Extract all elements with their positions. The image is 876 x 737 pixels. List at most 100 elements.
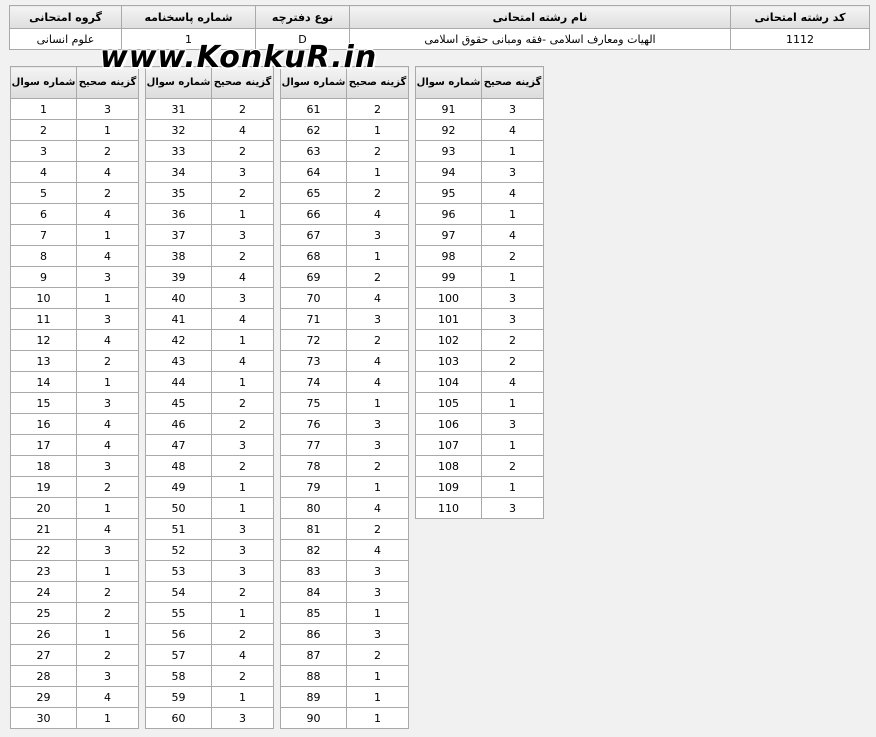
answer-row: 91 3 — [415, 98, 544, 120]
answer-row: 26 1 — [10, 623, 139, 645]
question-number: 25 — [10, 602, 77, 624]
answer-row: 34 3 — [145, 161, 274, 183]
question-number: 107 — [415, 434, 482, 456]
correct-option-header: گزینه صحیح — [481, 66, 544, 99]
answer-row: 93 1 — [415, 140, 544, 162]
answer-row: 109 1 — [415, 476, 544, 498]
answer-row: 40 3 — [145, 287, 274, 309]
question-number: 79 — [280, 476, 347, 498]
answer-row: 36 1 — [145, 203, 274, 225]
answer-row: 44 1 — [145, 371, 274, 393]
answer-row: 53 3 — [145, 560, 274, 582]
answer-row: 66 4 — [280, 203, 409, 225]
answer-row: 75 1 — [280, 392, 409, 414]
correct-option: 3 — [346, 560, 409, 582]
question-number: 100 — [415, 287, 482, 309]
question-number: 90 — [280, 707, 347, 729]
correct-option: 4 — [346, 371, 409, 393]
answer-row: 30 1 — [10, 707, 139, 729]
question-number: 15 — [10, 392, 77, 414]
correct-option: 3 — [481, 413, 544, 435]
answer-row: 92 4 — [415, 119, 544, 141]
major-code-header: کد رشته امتحانی — [730, 5, 870, 29]
answer-row: 49 1 — [145, 476, 274, 498]
correct-option: 4 — [76, 203, 139, 225]
answer-row: 87 2 — [280, 644, 409, 666]
answer-row: 96 1 — [415, 203, 544, 225]
correct-option: 4 — [346, 287, 409, 309]
question-number: 77 — [280, 434, 347, 456]
major-code-value: 1112 — [730, 28, 870, 50]
correct-option: 3 — [346, 623, 409, 645]
answer-row: 70 4 — [280, 287, 409, 309]
answer-row: 82 4 — [280, 539, 409, 561]
correct-option: 3 — [211, 518, 274, 540]
correct-option: 2 — [76, 182, 139, 204]
answer-row: 60 3 — [145, 707, 274, 729]
correct-option: 4 — [211, 266, 274, 288]
correct-option: 1 — [211, 371, 274, 393]
answer-row: 28 3 — [10, 665, 139, 687]
question-number: 89 — [280, 686, 347, 708]
question-number: 71 — [280, 308, 347, 330]
question-number: 97 — [415, 224, 482, 246]
question-number: 19 — [10, 476, 77, 498]
question-number: 42 — [145, 329, 212, 351]
correct-option: 4 — [346, 497, 409, 519]
correct-option: 1 — [211, 686, 274, 708]
answer-row: 94 3 — [415, 161, 544, 183]
answer-row: 84 — [10, 245, 139, 267]
correct-option: 3 — [76, 455, 139, 477]
answer-row: 102 2 — [415, 329, 544, 351]
question-number: 54 — [145, 581, 212, 603]
question-number: 49 — [145, 476, 212, 498]
question-number: 44 — [145, 371, 212, 393]
answer-row: 33 2 — [145, 140, 274, 162]
question-number: 12 — [10, 329, 77, 351]
answer-row: 110 3 — [415, 497, 544, 519]
major-name-value: الهیات ومعارف اسلامی -فقه ومبانی حقوق اس… — [349, 28, 731, 50]
correct-option: 2 — [76, 476, 139, 498]
correct-option: 2 — [211, 581, 274, 603]
question-number: 61 — [280, 98, 347, 120]
answer-row: 90 1 — [280, 707, 409, 729]
correct-option: 1 — [481, 392, 544, 414]
correct-option: 1 — [481, 203, 544, 225]
correct-option: 4 — [76, 518, 139, 540]
answer-key-table-1: شماره سوال گزینه صحیح 1 3 2 1 3 2 4 4 5 2 6 4 7 1 8 4 9 3 10… — [10, 66, 139, 729]
answer-row: 56 2 — [145, 623, 274, 645]
question-number: 82 — [280, 539, 347, 561]
correct-option: 3 — [346, 224, 409, 246]
correct-option: 4 — [76, 686, 139, 708]
answer-row: 103 2 — [415, 350, 544, 372]
correct-option: 4 — [346, 539, 409, 561]
question-number: 110 — [415, 497, 482, 519]
correct-option: 1 — [211, 203, 274, 225]
correct-option: 1 — [76, 119, 139, 141]
question-number: 6 — [10, 203, 77, 225]
correct-option: 1 — [346, 119, 409, 141]
question-number: 21 — [10, 518, 77, 540]
question-number: 101 — [415, 308, 482, 330]
correct-option: 4 — [211, 119, 274, 141]
answer-row: 101 3 — [415, 308, 544, 330]
correct-option: 1 — [76, 371, 139, 393]
question-number: 99 — [415, 266, 482, 288]
correct-option: 4 — [346, 203, 409, 225]
answer-row: 29 4 — [10, 686, 139, 708]
correct-option: 4 — [76, 434, 139, 456]
question-number: 106 — [415, 413, 482, 435]
question-number: 51 — [145, 518, 212, 540]
question-number: 31 — [145, 98, 212, 120]
question-number: 7 — [10, 224, 77, 246]
answer-row: 72 2 — [280, 329, 409, 351]
answer-row: 57 4 — [145, 644, 274, 666]
answer-row: 39 4 — [145, 266, 274, 288]
answer-row: 85 1 — [280, 602, 409, 624]
correct-option: 3 — [481, 98, 544, 120]
answer-row: 64 1 — [280, 161, 409, 183]
correct-option: 3 — [481, 308, 544, 330]
question-number: 35 — [145, 182, 212, 204]
answer-sheet-header: شماره پاسخنامه — [121, 5, 256, 29]
question-number: 64 — [280, 161, 347, 183]
